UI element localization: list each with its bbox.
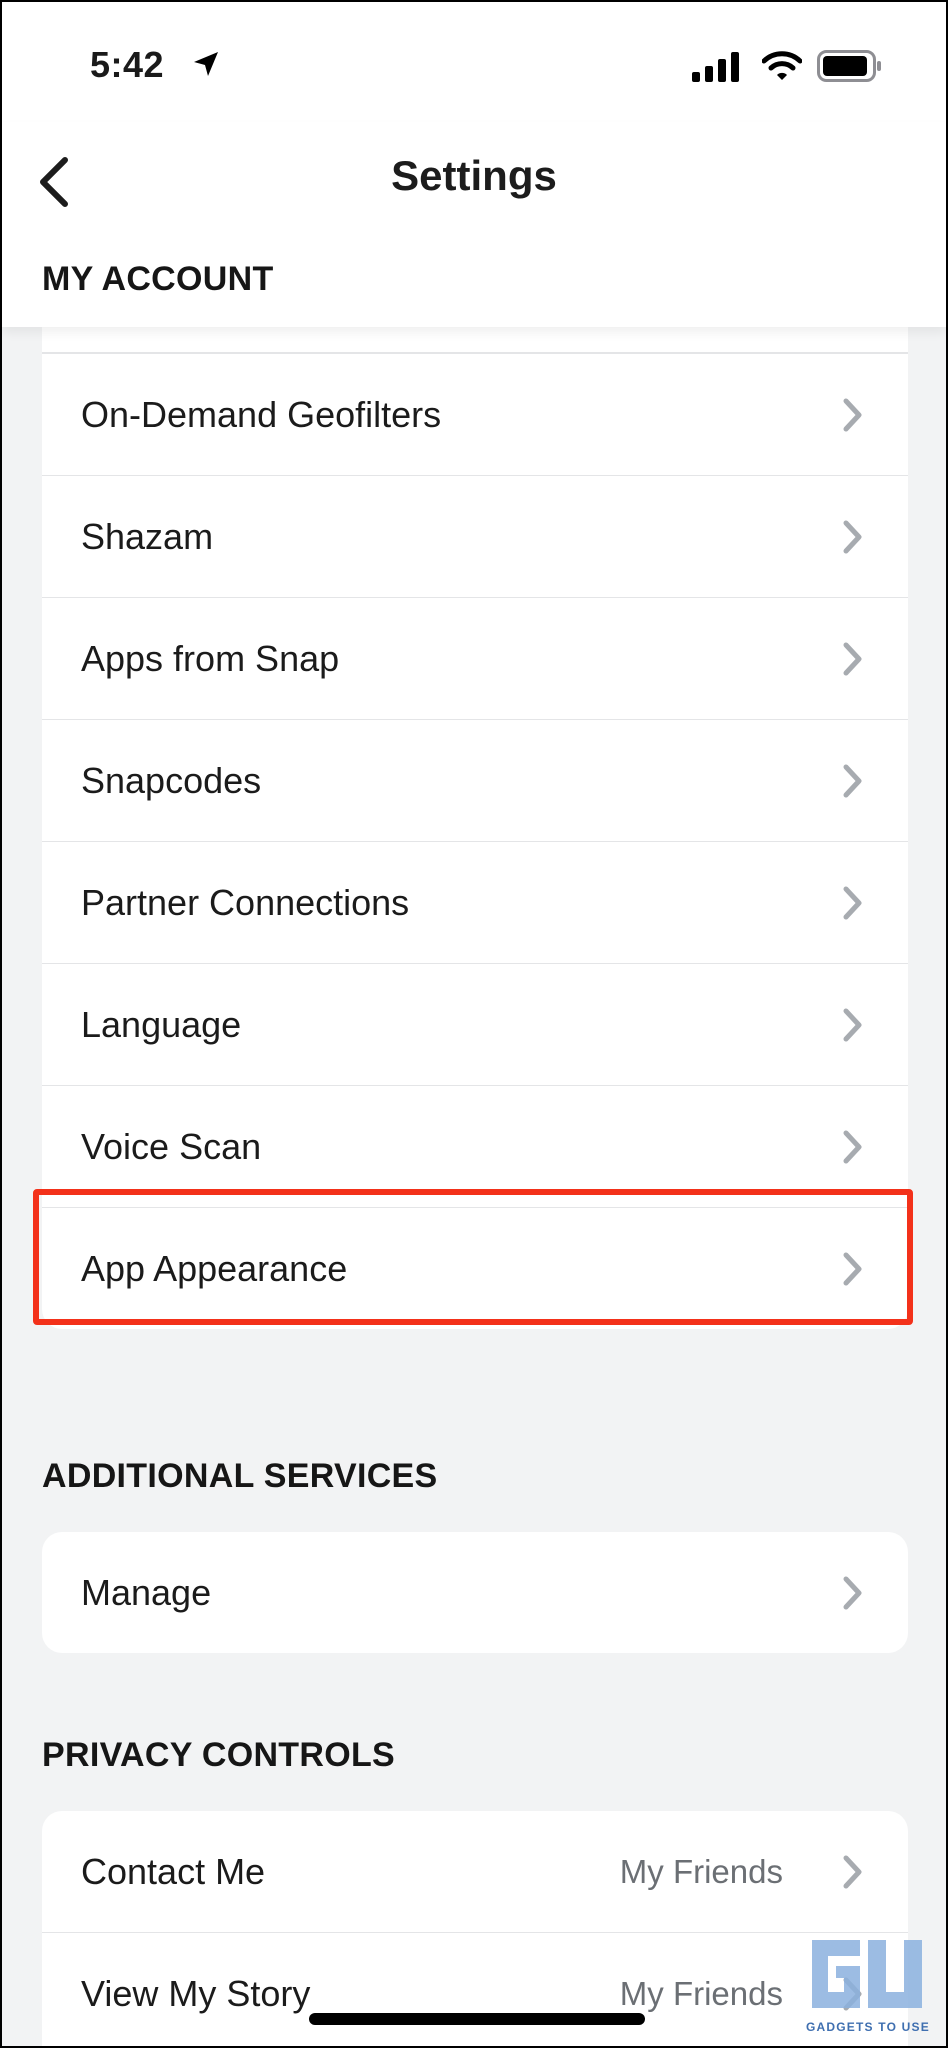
watermark-g-u-icon	[812, 1940, 922, 2008]
watermark-text: GADGETS TO USE	[806, 2020, 930, 2034]
list-item-shazam[interactable]: Shazam	[42, 475, 908, 597]
wifi-icon	[762, 51, 802, 80]
list-item-on-demand-geofilters[interactable]: On-Demand Geofilters	[42, 353, 908, 475]
list-item-label: Partner Connections	[81, 881, 410, 923]
list-item-manage[interactable]: Manage	[42, 1532, 908, 1653]
screen: 5:42 Settings MY ACCOUNT On-Demand Geofi…	[0, 0, 948, 2048]
list-item-label: App Appearance	[81, 1247, 348, 1289]
chevron-right-icon	[843, 886, 862, 919]
additional-services-list: Manage	[42, 1532, 908, 1653]
chevron-right-icon	[843, 1252, 862, 1285]
chevron-right-icon	[843, 1008, 862, 1041]
chevron-right-icon	[843, 1855, 862, 1888]
list-item-label: Apps from Snap	[81, 637, 340, 679]
list-item-label: Snapcodes	[81, 759, 262, 801]
list-item-label: Shazam	[81, 515, 214, 557]
chevron-right-icon	[843, 398, 862, 431]
list-item-label: View My Story	[81, 1972, 311, 2014]
chevron-right-icon	[843, 520, 862, 553]
signal-icon	[692, 52, 739, 82]
status-bar: 5:42	[2, 2, 946, 122]
list-item-label: Language	[81, 1003, 242, 1045]
list-item-app-appearance[interactable]: App Appearance	[42, 1207, 908, 1329]
list-item-label: Manage	[81, 1571, 212, 1613]
list-item-label: Contact Me	[81, 1850, 266, 1892]
list-item-snapcodes[interactable]: Snapcodes	[42, 719, 908, 841]
chevron-right-icon	[843, 642, 862, 675]
chevron-right-icon	[843, 1130, 862, 1163]
list-item-voice-scan[interactable]: Voice Scan	[42, 1085, 908, 1207]
watermark-logo: GADGETS TO USE	[802, 1932, 946, 2046]
my-account-list: On-Demand Geofilters Shazam Apps from Sn…	[42, 292, 908, 1329]
chevron-right-icon	[843, 1576, 862, 1609]
location-arrow-icon	[194, 52, 218, 76]
list-item-label: Voice Scan	[81, 1125, 262, 1167]
home-indicator	[309, 2013, 645, 2025]
list-item-contact-me[interactable]: Contact Me My Friends	[42, 1811, 908, 1932]
list-item-view-my-story[interactable]: View My Story My Friends	[42, 1932, 908, 2046]
list-item-value: My Friends	[619, 1852, 783, 1890]
section-title-my-account: MY ACCOUNT	[42, 260, 274, 298]
list-item-value: My Friends	[619, 1974, 783, 2012]
page-title: Settings	[391, 152, 557, 199]
list-item-label: On-Demand Geofilters	[81, 393, 442, 435]
list-item-partner-connections[interactable]: Partner Connections	[42, 841, 908, 963]
chevron-right-icon	[843, 764, 862, 797]
section-title-additional-services: ADDITIONAL SERVICES	[42, 1457, 438, 1495]
navigation-header: Settings MY ACCOUNT	[2, 122, 946, 327]
section-title-privacy-controls: PRIVACY CONTROLS	[42, 1736, 396, 1774]
list-item-apps-from-snap[interactable]: Apps from Snap	[42, 597, 908, 719]
battery-icon	[817, 50, 881, 82]
status-time: 5:42	[90, 44, 165, 85]
list-item-language[interactable]: Language	[42, 963, 908, 1085]
